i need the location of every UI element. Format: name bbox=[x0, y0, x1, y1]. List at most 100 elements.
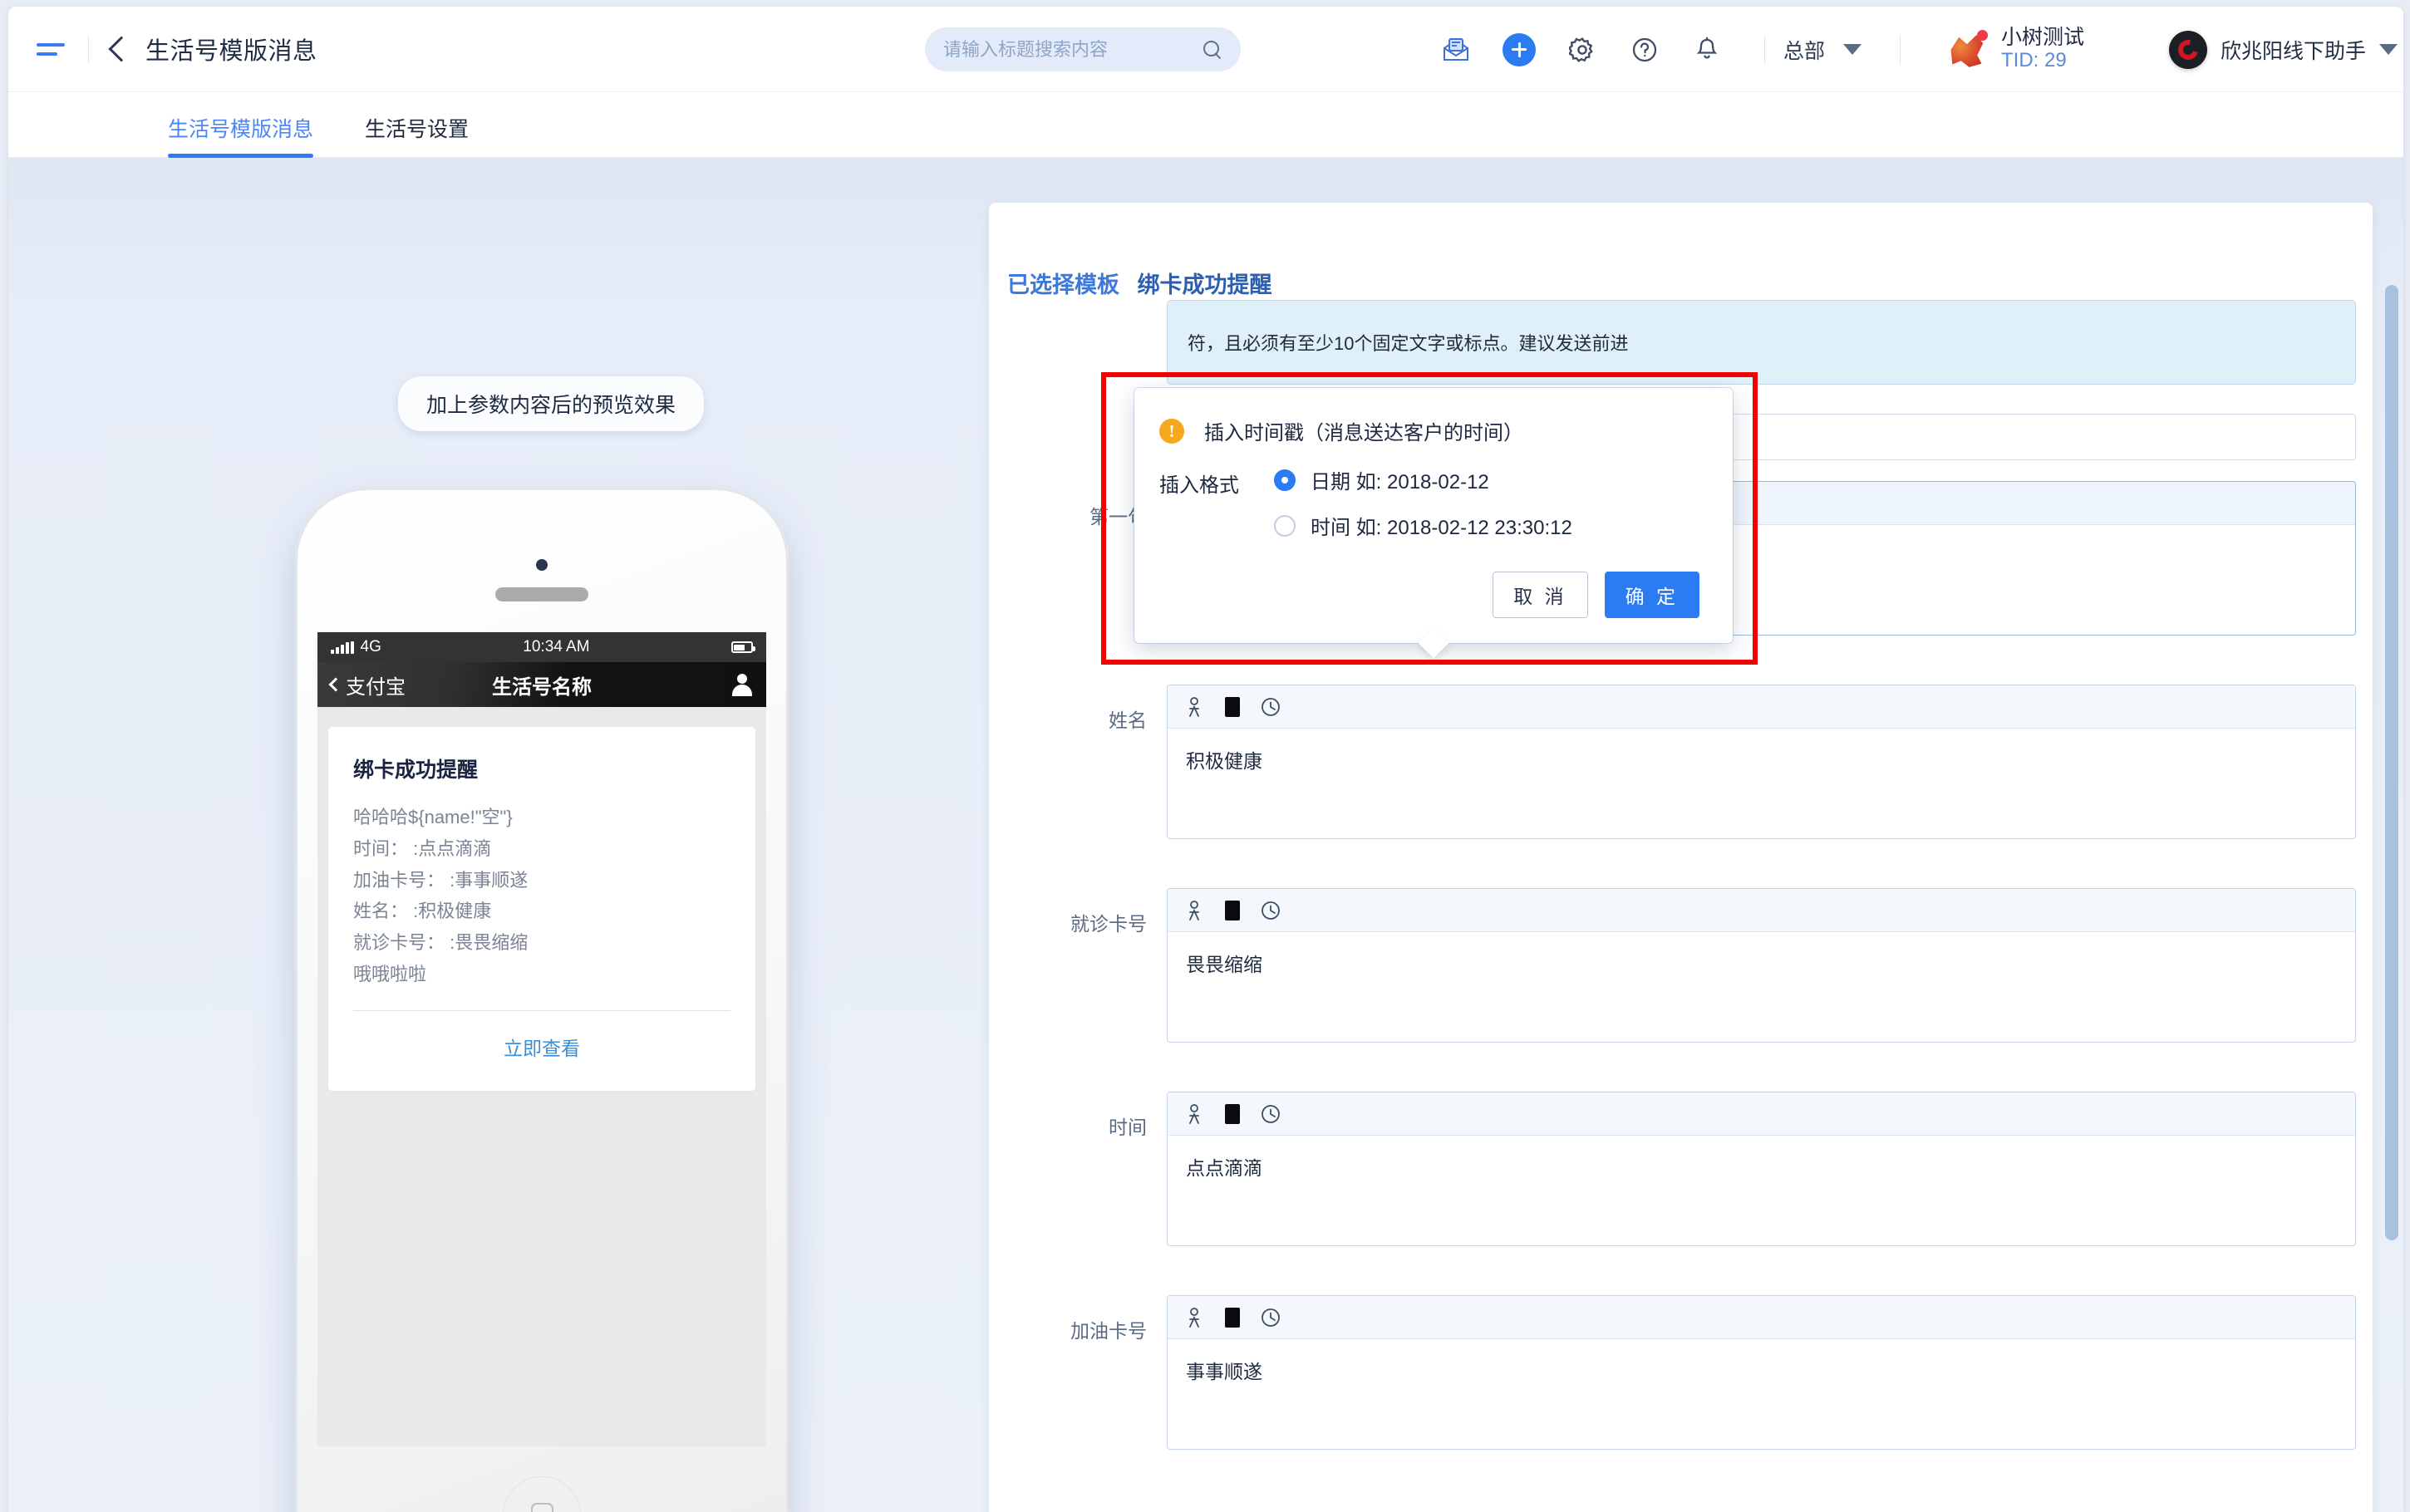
editor-toolbar bbox=[1168, 1296, 2355, 1339]
field-label: 加油卡号 bbox=[1070, 1320, 1147, 1342]
org-divider bbox=[1764, 35, 1765, 64]
form-field-row: 就诊卡号 畏畏缩缩 bbox=[989, 888, 2373, 1043]
field-editor[interactable]: 事事顺遂 bbox=[1167, 1295, 2356, 1450]
form-field-row: 加油卡号 事事顺遂 bbox=[989, 1295, 2373, 1450]
header-icon-group bbox=[1440, 7, 1723, 92]
search-input[interactable] bbox=[943, 38, 1203, 61]
clock-icon[interactable] bbox=[1259, 899, 1282, 922]
clock-icon[interactable] bbox=[1259, 1102, 1282, 1126]
phone-status-bar: 4G 10:34 AM bbox=[317, 632, 766, 662]
brand-name: 欣兆阳线下助手 bbox=[2221, 39, 2367, 63]
preview-message-title: 绑卡成功提醒 bbox=[353, 758, 479, 782]
editor-toolbar bbox=[1168, 1092, 2355, 1136]
radio-option-date[interactable]: 日期 如: 2018-02-12 bbox=[1274, 465, 1699, 494]
org-selector[interactable]: 总部 bbox=[1764, 7, 1901, 92]
confirm-button[interactable]: 确 定 bbox=[1604, 572, 1699, 618]
radio-icon-selected[interactable] bbox=[1274, 469, 1296, 491]
field-label: 姓名 bbox=[1109, 709, 1147, 731]
radio-option-datetime[interactable]: 时间 如: 2018-02-12 23:30:12 bbox=[1274, 511, 1699, 540]
back-chevron-icon[interactable] bbox=[108, 36, 135, 62]
tab-bar: 生活号模版消息 生活号设置 bbox=[8, 92, 2403, 158]
user-tid: TID: 29 bbox=[2001, 49, 2067, 72]
preview-divider bbox=[353, 1009, 730, 1011]
field-value[interactable]: 事事顺遂 bbox=[1168, 1339, 2355, 1449]
selected-template-label: 已选择模板 绑卡成功提醒 bbox=[1007, 267, 1272, 299]
selected-template-text: 已选择模板 bbox=[1007, 272, 1119, 297]
preview-line: 就诊卡号： :畏畏缩缩 bbox=[353, 932, 529, 954]
field-editor[interactable]: 畏畏缩缩 bbox=[1167, 888, 2356, 1043]
clock-icon[interactable] bbox=[1259, 1306, 1282, 1329]
user-divider bbox=[1900, 35, 1901, 64]
warning-icon: ! bbox=[1159, 419, 1184, 444]
clock-icon[interactable] bbox=[1259, 695, 1282, 719]
page-title: 生活号模版消息 bbox=[145, 38, 317, 65]
cancel-button[interactable]: 取 消 bbox=[1493, 572, 1588, 618]
bold-square-icon[interactable] bbox=[1221, 695, 1244, 719]
preview-message-card: 绑卡成功提醒 哈哈哈${name!"空"} 时间： :点点滴滴 加油卡号： :事… bbox=[328, 727, 755, 1091]
battery-icon bbox=[730, 641, 755, 653]
network-label: 4G bbox=[360, 638, 381, 655]
header-divider bbox=[88, 35, 89, 63]
tab-account-settings[interactable]: 生活号设置 bbox=[365, 113, 469, 157]
gear-icon[interactable] bbox=[1566, 34, 1598, 66]
form-field-row: 时间 点点滴滴 bbox=[989, 1092, 2373, 1246]
field-label: 就诊卡号 bbox=[1070, 913, 1147, 935]
field-value[interactable]: 点点滴滴 bbox=[1168, 1136, 2355, 1245]
help-icon[interactable] bbox=[1629, 34, 1660, 66]
search-icon[interactable] bbox=[1203, 40, 1222, 60]
hamburger-icon[interactable] bbox=[37, 38, 65, 60]
field-label: 时间 bbox=[1109, 1117, 1147, 1138]
preview-line: 加油卡号： :事事顺遂 bbox=[353, 869, 529, 891]
popover-format-row: 插入格式 日期 如: 2018-02-12 时间 如: 2018-02-12 2… bbox=[1159, 465, 1699, 557]
scrollbar-thumb[interactable] bbox=[2385, 285, 2398, 1240]
brand-selector[interactable]: 欣兆阳线下助手 bbox=[2169, 7, 2398, 92]
preview-line: 姓名： :积极健康 bbox=[353, 901, 492, 922]
brand-logo bbox=[2169, 30, 2207, 69]
preview-line: 哈哈哈${name!"空"} bbox=[353, 807, 513, 827]
org-label: 总部 bbox=[1783, 39, 1826, 63]
radio-label: 时间 如: 2018-02-12 23:30:12 bbox=[1311, 517, 1572, 539]
content-area: 加上参数内容后的预览效果 4G 10:34 AM 支付宝 生活号名称 绑卡成功提… bbox=[8, 158, 2403, 1512]
preview-line: 哦哦啦啦 bbox=[353, 964, 427, 985]
phone-clock-label: 10:34 AM bbox=[523, 638, 590, 655]
fox-avatar bbox=[1945, 27, 1989, 72]
phone-speaker bbox=[495, 587, 588, 601]
vertical-scrollbar[interactable] bbox=[2385, 245, 2398, 1512]
signal-icon bbox=[331, 641, 354, 654]
plus-icon[interactable] bbox=[1503, 32, 1536, 66]
popover-title: 插入时间戳（消息送达客户的时间） bbox=[1204, 422, 1523, 444]
user-profile[interactable]: 小树测试 TID: 29 bbox=[1945, 7, 2084, 92]
person-icon[interactable] bbox=[1183, 1102, 1206, 1126]
field-editor[interactable]: 积极健康 bbox=[1167, 685, 2356, 839]
app-window: 生活号模版消息 请输入标题搜索内容 总部 小树测试 TID: 29 欣兆阳线下助… bbox=[8, 7, 2403, 1512]
bell-icon[interactable] bbox=[1691, 34, 1723, 66]
insert-timestamp-popover: ! 插入时间戳（消息送达客户的时间） 插入格式 日期 如: 2018-02-12… bbox=[1134, 388, 1733, 659]
search-box[interactable] bbox=[925, 27, 1241, 71]
user-name: 小树测试 bbox=[2001, 25, 2085, 49]
mail-icon[interactable] bbox=[1440, 34, 1472, 66]
field-editor[interactable]: 点点滴滴 bbox=[1167, 1092, 2356, 1246]
bold-square-icon[interactable] bbox=[1221, 1102, 1244, 1126]
phone-nav-title: 生活号名称 bbox=[492, 675, 592, 699]
field-value[interactable]: 积极健康 bbox=[1168, 729, 2355, 838]
editor-toolbar bbox=[1168, 889, 2355, 932]
bold-square-icon[interactable] bbox=[1221, 1306, 1244, 1329]
person-icon[interactable] bbox=[1183, 1306, 1206, 1329]
radio-label: 日期 如: 2018-02-12 bbox=[1311, 471, 1489, 493]
tab-template-message[interactable]: 生活号模版消息 bbox=[168, 113, 314, 158]
popover-header: ! 插入时间戳（消息送达客户的时间） bbox=[1159, 416, 1699, 445]
phone-nav-bar: 支付宝 生活号名称 bbox=[317, 662, 766, 707]
field-value[interactable]: 畏畏缩缩 bbox=[1168, 932, 2355, 1042]
popover-options: 日期 如: 2018-02-12 时间 如: 2018-02-12 23:30:… bbox=[1274, 465, 1699, 557]
person-icon[interactable] bbox=[1183, 899, 1206, 922]
preview-view-link[interactable]: 立即查看 bbox=[353, 1033, 730, 1061]
popover-buttons: 取 消 确 定 bbox=[1159, 572, 1699, 618]
phone-home-button[interactable] bbox=[503, 1476, 581, 1512]
bold-square-icon[interactable] bbox=[1221, 899, 1244, 922]
chevron-down-icon[interactable] bbox=[1843, 44, 1862, 55]
phone-screen: 4G 10:34 AM 支付宝 生活号名称 绑卡成功提醒 哈哈哈${name!"… bbox=[317, 632, 766, 1446]
brand-chevron-down-icon[interactable] bbox=[2379, 44, 2398, 55]
person-icon[interactable] bbox=[1183, 695, 1206, 719]
radio-icon[interactable] bbox=[1274, 514, 1296, 537]
user-avatar-icon[interactable] bbox=[731, 674, 753, 696]
